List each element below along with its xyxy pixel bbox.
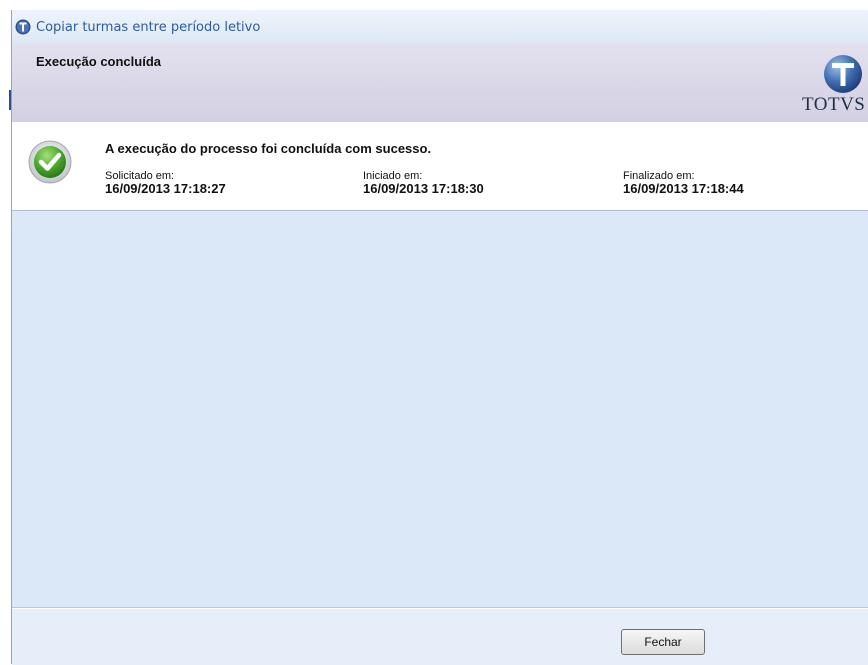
finished-info: Finalizado em: 16/09/2013 17:18:44 <box>623 170 744 196</box>
started-info: Iniciado em: 16/09/2013 17:18:30 <box>363 170 484 196</box>
content-area <box>12 211 868 608</box>
background-edge <box>0 0 11 664</box>
dialog-window: Copiar turmas entre período letivo Execu… <box>11 10 868 665</box>
footer-bar: Fechar <box>12 608 868 665</box>
header-title: Execução concluída <box>36 54 161 69</box>
requested-info: Solicitado em: 16/09/2013 17:18:27 <box>105 170 226 196</box>
close-button[interactable]: Fechar <box>621 629 705 655</box>
window-title: Copiar turmas entre período letivo <box>36 19 261 35</box>
status-message: A execução do processo foi concluída com… <box>105 141 432 156</box>
finished-value: 16/09/2013 17:18:44 <box>623 181 744 196</box>
title-bar[interactable]: Copiar turmas entre período letivo <box>12 10 868 45</box>
logo-text: TOTVS <box>802 94 866 115</box>
totvs-globe-icon <box>824 55 862 93</box>
status-panel: A execução do processo foi concluída com… <box>12 122 868 211</box>
totvs-logo-icon <box>15 19 31 35</box>
header-panel: Execução concluída TOTVS <box>12 44 868 123</box>
success-check-icon <box>28 140 72 184</box>
totvs-logo: TOTVS <box>798 54 868 118</box>
started-value: 16/09/2013 17:18:30 <box>363 181 484 196</box>
requested-value: 16/09/2013 17:18:27 <box>105 181 226 196</box>
